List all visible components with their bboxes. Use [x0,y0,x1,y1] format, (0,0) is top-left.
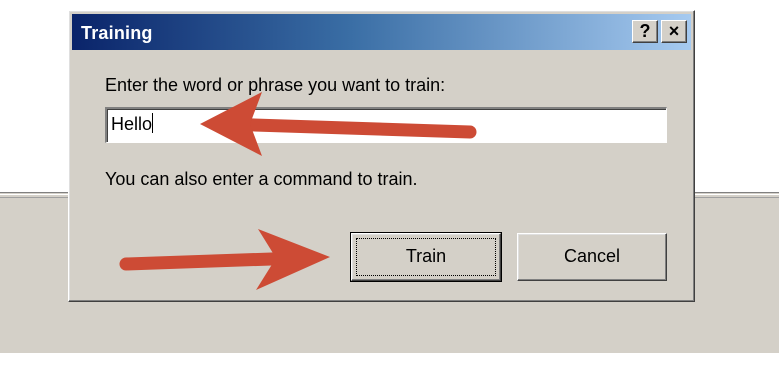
help-button[interactable]: ? [632,20,658,43]
help-icon: ? [639,21,651,41]
phrase-input[interactable]: Hello [105,107,667,143]
screen: Training ? × Enter the word or phrase yo… [0,0,779,379]
cancel-button-label: Cancel [563,246,621,266]
phrase-input-value: Hello [111,114,153,134]
prompt-label: Enter the word or phrase you want to tra… [105,75,446,95]
close-icon: × [668,21,680,41]
cancel-button[interactable]: Cancel [517,233,667,281]
text-caret [152,113,154,133]
close-button[interactable]: × [661,20,687,43]
train-button[interactable]: Train [350,232,502,282]
training-dialog: Training ? × Enter the word or phrase yo… [68,10,695,302]
focus-rectangle [356,238,496,276]
dialog-title: Training [81,23,153,43]
command-info-label: You can also enter a command to train. [105,169,418,189]
title-bar[interactable]: Training ? × [72,14,691,50]
